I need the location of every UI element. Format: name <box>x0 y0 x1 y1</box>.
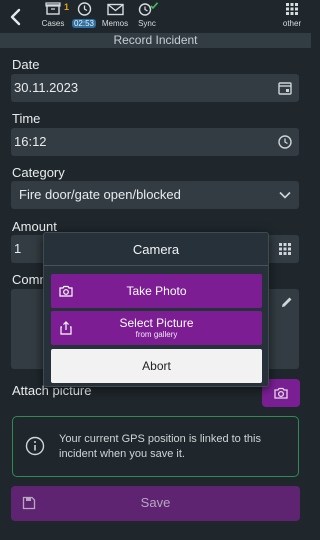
date-field[interactable]: 30.11.2023 <box>11 74 299 102</box>
time-value: 16:12 <box>14 134 47 149</box>
sync-label: Sync <box>138 19 156 28</box>
clock-icon[interactable] <box>277 134 293 150</box>
sync-icon <box>138 2 159 16</box>
abort-label: Abort <box>142 359 171 373</box>
category-select[interactable]: Fire door/gate open/blocked <box>11 181 299 209</box>
gps-info-text: Your current GPS position is linked to t… <box>59 433 261 460</box>
cases-badge: 1 <box>64 2 70 12</box>
abort-button[interactable]: Abort <box>51 349 262 383</box>
page-title: Record Incident <box>0 33 311 48</box>
timer-badge: 02:53 <box>71 19 97 28</box>
cases-label: Cases <box>41 19 65 28</box>
select-picture-button[interactable]: Select Picture from gallery <box>51 311 262 345</box>
camera-icon <box>274 387 288 399</box>
other-label: other <box>282 19 302 28</box>
clock-icon <box>77 2 91 16</box>
camera-dialog: Camera Take Photo Select Picture from ga… <box>43 232 269 387</box>
take-photo-label: Take Photo <box>126 284 187 298</box>
gps-info-box: Your current GPS position is linked to t… <box>12 416 299 477</box>
time-label: Time <box>12 111 41 126</box>
select-picture-label: Select Picture <box>119 316 194 330</box>
time-field[interactable]: 16:12 <box>11 128 299 156</box>
chevron-down-icon <box>279 191 291 199</box>
grid-menu-icon <box>286 3 298 15</box>
calendar-icon[interactable] <box>277 80 293 96</box>
save-label: Save <box>140 495 171 510</box>
nav-cases[interactable]: 1 Cases <box>40 2 70 28</box>
date-label: Date <box>12 57 40 72</box>
nav-memos[interactable]: Memos <box>100 2 130 28</box>
top-bar: 1 Cases 02:53 Memos Sync other <box>0 0 311 34</box>
dialog-title: Camera <box>132 242 180 257</box>
keypad-icon[interactable] <box>277 241 293 257</box>
nav-timer[interactable]: 02:53 <box>70 2 98 28</box>
take-photo-button[interactable]: Take Photo <box>51 274 262 308</box>
pencil-icon[interactable] <box>280 295 294 309</box>
select-picture-sublabel: from gallery <box>135 330 178 339</box>
nav-sync[interactable]: Sync <box>134 2 160 28</box>
dialog-divider <box>44 265 268 266</box>
category-value: Fire door/gate open/blocked <box>19 187 181 202</box>
envelope-icon <box>106 3 124 16</box>
amount-value: 1 <box>14 241 22 256</box>
date-value: 30.11.2023 <box>14 80 79 95</box>
back-arrow-icon[interactable] <box>6 6 26 28</box>
category-label: Category <box>12 165 65 180</box>
cases-icon <box>45 2 61 15</box>
nav-other[interactable]: other <box>279 2 305 28</box>
save-button[interactable]: Save <box>11 486 300 521</box>
info-icon <box>25 436 45 456</box>
memos-label: Memos <box>101 19 129 28</box>
